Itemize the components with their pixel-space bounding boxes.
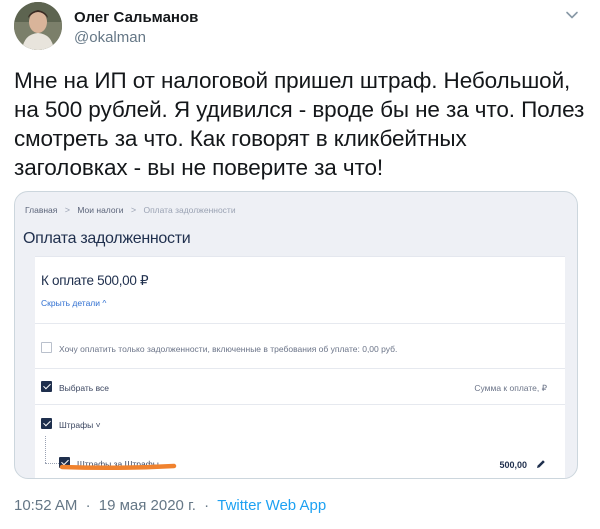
amount-due: К оплате 500,00 ₽ (41, 273, 149, 288)
only-debts-checkbox (41, 342, 52, 353)
tweet-text: Мне на ИП от налоговой пришел штраф. Неб… (14, 68, 585, 180)
highlight-underline (59, 463, 177, 471)
avatar-image (14, 2, 62, 50)
tweet-date[interactable]: 19 мая 2020 г. (99, 497, 196, 514)
select-all-label: Выбрать все (59, 383, 109, 393)
payment-card: К оплате 500,00 ₽ Скрыть детали ^ Хочу о… (35, 256, 565, 478)
divider (35, 368, 565, 369)
tweet: Олег Сальманов @okalman Мне на ИП от нал… (0, 0, 600, 529)
fine-item-sum: 500,00 (499, 460, 527, 470)
tweet-media-screenshot[interactable]: Главная > Мои налоги > Оплата задолженно… (14, 191, 578, 479)
tweet-footer: 10:52 AM · 19 мая 2020 г. · Twitter Web … (14, 497, 326, 514)
tweet-time[interactable]: 10:52 AM (14, 497, 77, 514)
tree-line (45, 436, 46, 463)
tweet-source-app[interactable]: Twitter Web App (217, 497, 326, 514)
breadcrumb-current: Оплата задолженности (143, 205, 236, 215)
pencil-icon (537, 460, 545, 468)
separator-dot: · (204, 497, 210, 514)
separator-dot: · (85, 497, 91, 514)
author-handle[interactable]: @okalman (74, 29, 146, 46)
breadcrumb-home: Главная (25, 205, 58, 215)
fines-group-checkbox (41, 418, 52, 429)
page-title: Оплата задолженности (23, 230, 191, 247)
author-name[interactable]: Олег Сальманов (74, 9, 198, 26)
breadcrumb-my-taxes: Мои налоги (77, 205, 124, 215)
only-debts-label: Хочу оплатить только задолженности, вклю… (59, 344, 398, 354)
select-all-checkbox (41, 381, 52, 392)
hide-details-link: Скрыть детали ^ (41, 298, 107, 308)
divider (35, 404, 565, 405)
sum-header: Сумма к оплате, ₽ (474, 383, 547, 393)
tree-line (45, 463, 59, 464)
avatar[interactable] (14, 2, 62, 50)
chevron-down-icon[interactable] (563, 6, 581, 24)
breadcrumb: Главная > Мои налоги > Оплата задолженно… (25, 205, 236, 215)
breadcrumb-separator: > (64, 205, 70, 215)
breadcrumb-separator: > (130, 205, 137, 215)
divider (35, 323, 565, 324)
fines-group-label: Штрафы ˅ (59, 420, 101, 430)
